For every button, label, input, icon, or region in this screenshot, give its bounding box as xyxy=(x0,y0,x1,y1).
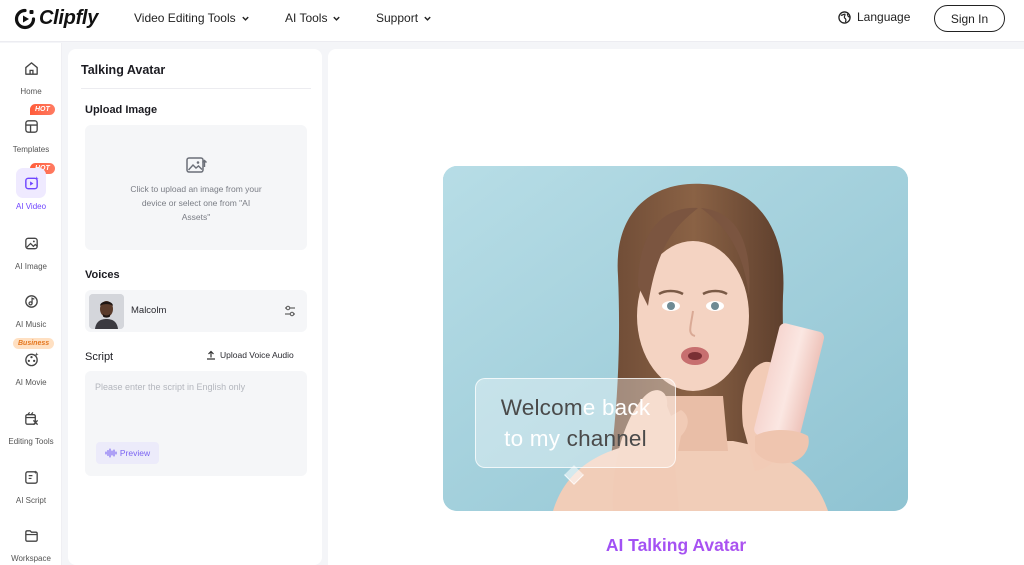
bubble-line2-dark: channel xyxy=(566,426,647,451)
chevron-down-icon xyxy=(424,16,431,21)
audio-wave-icon xyxy=(105,448,117,458)
workspace-icon xyxy=(16,520,46,550)
upload-icon xyxy=(207,350,215,360)
sidebar-item-label: AI Image xyxy=(14,262,47,271)
divider xyxy=(81,88,311,89)
script-box: Preview xyxy=(85,371,307,476)
ai-script-icon xyxy=(16,462,46,492)
upload-image-dropzone[interactable]: Click to upload an image from your devic… xyxy=(85,125,307,250)
sidebar-item-label: Templates xyxy=(12,145,50,154)
sidebar-item-label: AI Video xyxy=(15,202,47,211)
brand-name: Clipfly xyxy=(39,7,99,29)
nav-ai-tools[interactable]: AI Tools xyxy=(285,11,341,25)
sidebar-item-ai-image[interactable]: AI Image xyxy=(0,228,62,271)
preview-label: Preview xyxy=(119,448,151,458)
sidebar-item-ai-script[interactable]: AI Script xyxy=(0,462,62,505)
sidebar-item-label: AI Script xyxy=(15,496,47,505)
nav-label: AI Tools xyxy=(285,11,328,25)
sidebar-item-label: Editing Tools xyxy=(8,437,54,446)
sidebar-item-label: Home xyxy=(20,87,42,96)
clipfly-logo-icon xyxy=(14,8,36,29)
ai-image-icon xyxy=(16,228,46,258)
sidebar-item-label: AI Music xyxy=(15,320,47,329)
clipfly-logo[interactable]: Clipfly xyxy=(14,7,98,30)
globe-icon xyxy=(838,10,851,24)
upload-voice-audio-label: Upload Voice Audio xyxy=(220,350,294,360)
nav-video-editing-tools[interactable]: Video Editing Tools xyxy=(134,11,250,25)
language-label: Language xyxy=(857,10,911,24)
avatar-preview-image: Welcome back to my channel xyxy=(443,166,908,511)
nav-label: Support xyxy=(376,11,419,25)
top-bar: Clipfly Video Editing Tools AI Tools Sup… xyxy=(0,0,1024,42)
sidebar: Home HOT Templates HOT AI Video AI Image… xyxy=(0,43,62,565)
bubble-line1-light: e back xyxy=(582,395,651,420)
nav-support[interactable]: Support xyxy=(376,11,432,25)
sidebar-item-ai-music[interactable]: AI Music xyxy=(0,286,62,329)
talking-avatar-panel: Talking Avatar Upload Image Click to upl… xyxy=(68,49,322,565)
panel-title: Talking Avatar xyxy=(81,63,166,77)
sidebar-item-ai-movie[interactable]: AI Movie xyxy=(0,344,62,387)
speech-bubble-text: Welcome back to my channel xyxy=(475,392,676,454)
sidebar-item-templates[interactable]: Templates xyxy=(0,111,62,154)
editing-tools-icon xyxy=(16,403,46,433)
voice-name: Malcolm xyxy=(131,305,167,316)
script-input[interactable] xyxy=(85,371,307,441)
sign-in-button[interactable]: Sign In xyxy=(934,5,1005,32)
preview-button[interactable]: Preview xyxy=(96,442,159,464)
bubble-line1-dark: Welcom xyxy=(500,395,583,420)
bubble-line2-light: to my xyxy=(504,426,567,451)
chevron-down-icon xyxy=(333,16,341,21)
ai-movie-icon xyxy=(16,344,46,374)
language-selector[interactable]: Language xyxy=(838,10,910,24)
upload-voice-audio-button[interactable]: Upload Voice Audio xyxy=(206,350,294,360)
upload-hint: Click to upload an image from your devic… xyxy=(130,184,262,222)
voice-avatar xyxy=(89,294,124,329)
ai-video-icon xyxy=(16,168,46,198)
nav-label: Video Editing Tools xyxy=(134,11,236,25)
sidebar-item-editing-tools[interactable]: Editing Tools xyxy=(0,403,62,446)
voice-selector[interactable]: Malcolm xyxy=(85,290,307,332)
image-upload-icon xyxy=(186,157,207,173)
sidebar-item-label: AI Movie xyxy=(15,378,47,387)
main-preview-area: Welcome back to my channel AI Talking Av… xyxy=(328,49,1024,565)
settings-sliders-icon[interactable] xyxy=(283,304,297,318)
main-title: AI Talking Avatar xyxy=(328,535,1024,556)
sidebar-item-workspace[interactable]: Workspace xyxy=(0,520,62,563)
ai-music-icon xyxy=(16,286,46,316)
upload-image-title: Upload Image xyxy=(85,104,158,116)
sidebar-item-home[interactable]: Home xyxy=(0,53,62,96)
chevron-down-icon xyxy=(241,16,249,21)
voices-title: Voices xyxy=(85,269,120,281)
sidebar-item-ai-video[interactable]: AI Video xyxy=(0,168,62,211)
sidebar-item-label: Workspace xyxy=(11,554,51,563)
templates-icon xyxy=(16,111,46,141)
home-icon xyxy=(16,53,46,83)
script-title: Script xyxy=(85,351,114,363)
